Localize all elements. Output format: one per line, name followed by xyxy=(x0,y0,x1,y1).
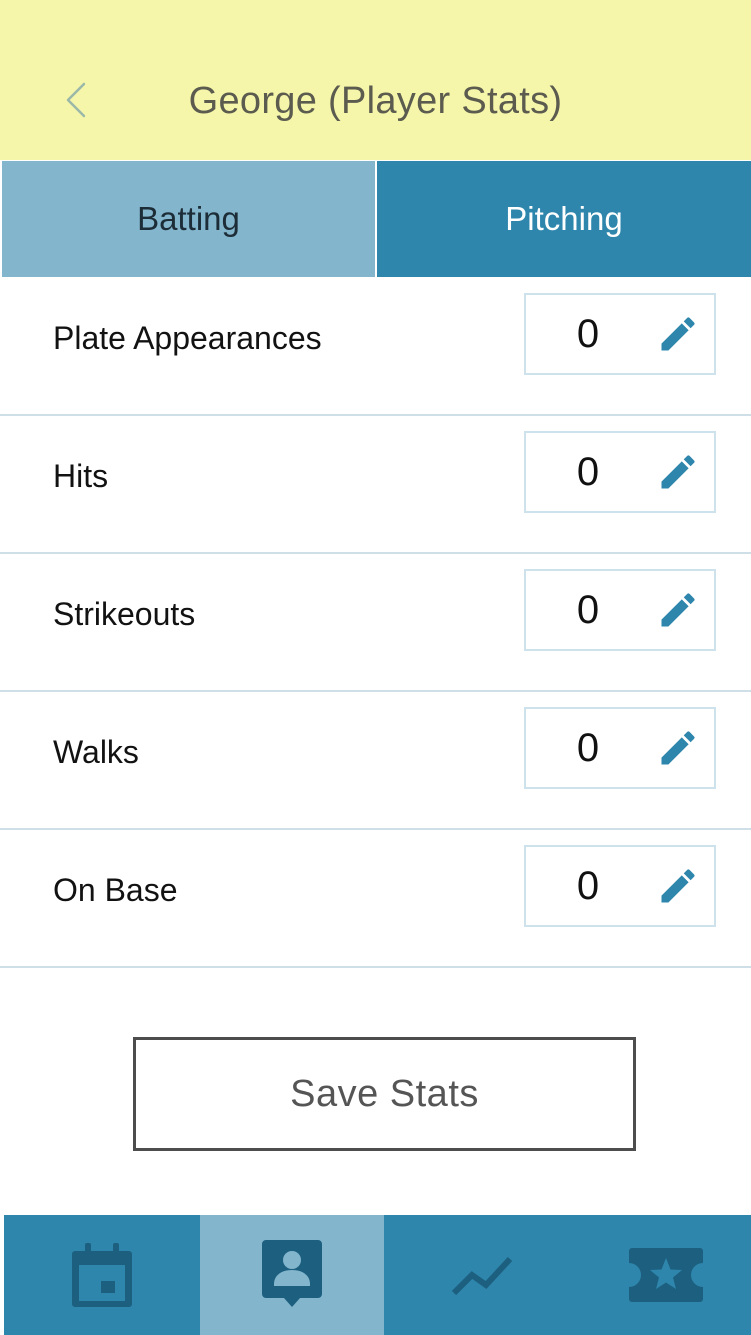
stat-value-field[interactable]: 0 xyxy=(524,845,716,927)
stat-row-strikeouts: Strikeouts 0 xyxy=(0,554,751,692)
stats-tabs: Batting Pitching xyxy=(2,161,751,277)
calendar-icon xyxy=(72,1243,132,1307)
pencil-edit-icon[interactable] xyxy=(656,726,700,770)
stat-row-on-base: On Base 0 xyxy=(0,830,751,968)
pencil-edit-icon[interactable] xyxy=(656,450,700,494)
pencil-edit-icon[interactable] xyxy=(656,864,700,908)
stat-value: 0 xyxy=(576,311,600,356)
tab-pitching[interactable]: Pitching xyxy=(377,161,751,277)
pencil-edit-icon[interactable] xyxy=(656,312,700,356)
stat-row-plate-appearances: Plate Appearances 0 xyxy=(0,278,751,416)
stats-list: Plate Appearances 0 Hits 0 Strikeouts 0 xyxy=(0,278,751,968)
stat-value-field[interactable]: 0 xyxy=(524,707,716,789)
stat-row-hits: Hits 0 xyxy=(0,416,751,554)
nav-player-stats[interactable] xyxy=(200,1215,384,1335)
stat-label: Strikeouts xyxy=(53,595,196,632)
trend-line-icon xyxy=(451,1256,513,1296)
page-title: George (Player Stats) xyxy=(188,80,563,122)
stat-value-field[interactable]: 0 xyxy=(524,431,716,513)
player-profile-icon xyxy=(262,1240,322,1307)
ticket-star-icon xyxy=(628,1248,703,1302)
stat-value: 0 xyxy=(576,725,600,770)
header-bar: George (Player Stats) xyxy=(0,0,751,160)
stat-row-walks: Walks 0 xyxy=(0,692,751,830)
stat-label: Hits xyxy=(53,457,109,494)
stat-label: Walks xyxy=(53,733,139,770)
player-stats-screen: George (Player Stats) Batting Pitching P… xyxy=(0,0,751,1335)
stat-label: On Base xyxy=(53,871,178,908)
stat-label: Plate Appearances xyxy=(53,319,322,356)
nav-calendar[interactable] xyxy=(4,1215,200,1335)
stat-value: 0 xyxy=(576,587,600,632)
stat-value: 0 xyxy=(576,449,600,494)
pencil-edit-icon[interactable] xyxy=(656,588,700,632)
stat-value-field[interactable]: 0 xyxy=(524,293,716,375)
bottom-nav xyxy=(4,1215,751,1335)
stat-value: 0 xyxy=(576,863,600,908)
nav-trends[interactable] xyxy=(384,1215,580,1335)
nav-tickets[interactable] xyxy=(580,1215,751,1335)
tab-batting[interactable]: Batting xyxy=(2,161,377,277)
save-stats-button[interactable]: Save Stats xyxy=(133,1037,636,1151)
stat-value-field[interactable]: 0 xyxy=(524,569,716,651)
